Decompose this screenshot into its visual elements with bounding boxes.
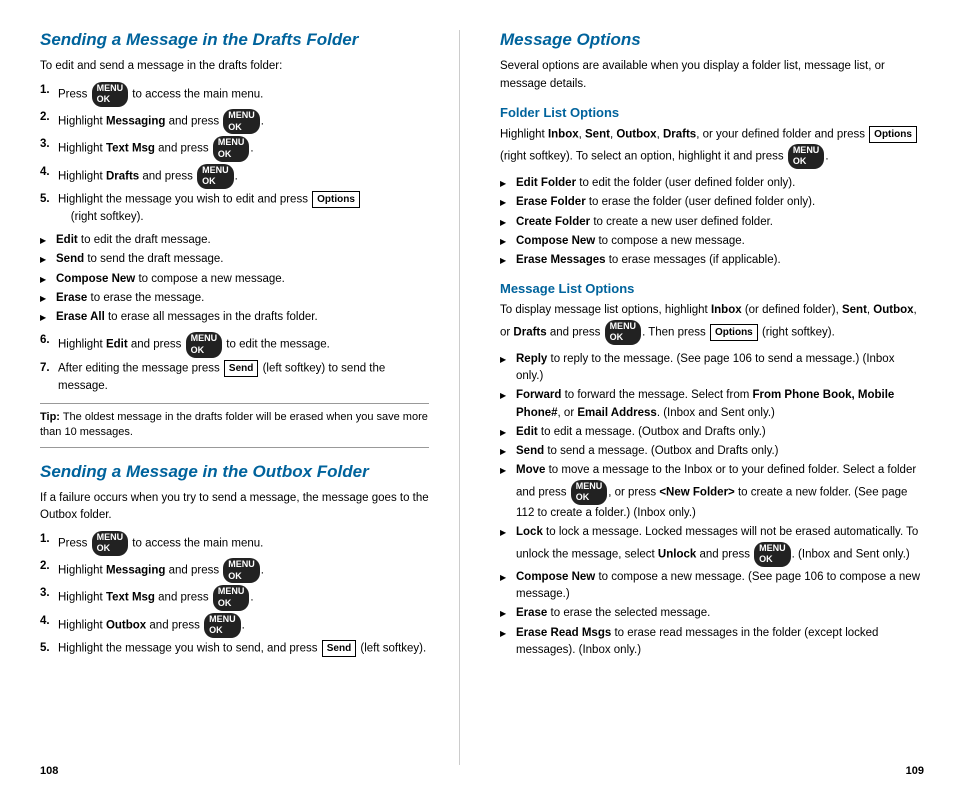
msglist-bullet-edit: Edit to edit a message. (Outbox and Draf… — [500, 424, 924, 441]
options-button: Options — [710, 324, 758, 341]
options-button: Options — [312, 191, 360, 208]
bullet-compose: Compose New to compose a new message. — [40, 271, 429, 288]
tip-box: Tip: The oldest message in the drafts fo… — [40, 403, 429, 448]
tip-text: The oldest message in the drafts folder … — [40, 411, 428, 438]
bullet-erase-all: Erase All to erase all messages in the d… — [40, 309, 429, 326]
send-button: Send — [224, 360, 258, 377]
step2-1: 1. Press MENUOK to access the main menu. — [40, 531, 429, 556]
msglist-bullet-send: Send to send a message. (Outbox and Draf… — [500, 443, 924, 460]
tip-label: Tip: — [40, 411, 60, 423]
step-4: 4. Highlight Drafts and press MENUOK. — [40, 164, 429, 189]
menu-button-icon: MENUOK — [754, 542, 791, 567]
folder-bullet-erase: Erase Folder to erase the folder (user d… — [500, 194, 924, 211]
menu-button-icon: MENUOK — [571, 480, 608, 505]
page-number-left: 108 — [40, 765, 58, 777]
section2-steps: 1. Press MENUOK to access the main menu.… — [40, 531, 429, 658]
menu-button-icon: MENUOK — [605, 320, 642, 345]
menu-button-icon: MENUOK — [197, 164, 234, 189]
folder-bullet-create: Create Folder to create a new user defin… — [500, 214, 924, 231]
page-number-right: 109 — [906, 765, 924, 777]
msglist-bullet-reply: Reply to reply to the message. (See page… — [500, 351, 924, 386]
menu-button-icon: MENUOK — [223, 558, 260, 583]
folder-bullet-edit: Edit Folder to edit the folder (user def… — [500, 175, 924, 192]
menu-button-icon: MENUOK — [186, 332, 223, 357]
step-3: 3. Highlight Text Msg and press MENUOK. — [40, 136, 429, 161]
menu-button-icon: MENUOK — [92, 531, 129, 556]
section2-title: Sending a Message in the Outbox Folder — [40, 462, 429, 482]
menu-button-icon: MENUOK — [213, 136, 250, 161]
msglist-bullet-compose: Compose New to compose a new message. (S… — [500, 569, 924, 604]
msglist-bullet-forward: Forward to forward the message. Select f… — [500, 387, 924, 422]
menu-button-icon: MENUOK — [204, 613, 241, 638]
section1-intro: To edit and send a message in the drafts… — [40, 58, 429, 75]
right-section-title: Message Options — [500, 30, 924, 50]
msglist-bullet-erase-read: Erase Read Msgs to erase read messages i… — [500, 625, 924, 660]
folder-bullet-erase-msgs: Erase Messages to erase messages (if app… — [500, 252, 924, 269]
step-2: 2. Highlight Messaging and press MENUOK. — [40, 109, 429, 134]
bullet-erase: Erase to erase the message. — [40, 290, 429, 307]
msglist-bullet-lock: Lock to lock a message. Locked messages … — [500, 524, 924, 567]
section1-title: Sending a Message in the Drafts Folder — [40, 30, 429, 50]
step2-3: 3. Highlight Text Msg and press MENUOK. — [40, 585, 429, 610]
msglist-bullet-move: Move to move a message to the Inbox or t… — [500, 462, 924, 522]
msglist-bullets: Reply to reply to the message. (See page… — [500, 351, 924, 659]
step-5: 5. Highlight the message you wish to edi… — [40, 191, 429, 226]
right-column: Message Options Several options are avai… — [460, 30, 954, 765]
msglist-intro: To display message list options, highlig… — [500, 302, 924, 345]
msglist-title: Message List Options — [500, 281, 924, 296]
menu-button-icon: MENUOK — [213, 585, 250, 610]
section1-steps-cont: 6. Highlight Edit and press MENUOK to ed… — [40, 332, 429, 394]
options-button: Options — [869, 126, 917, 143]
right-section-intro: Several options are available when you d… — [500, 58, 924, 93]
step2-4: 4. Highlight Outbox and press MENUOK. — [40, 613, 429, 638]
section2-intro: If a failure occurs when you try to send… — [40, 490, 429, 525]
menu-button-icon: MENUOK — [92, 82, 129, 107]
folder-bullet-compose: Compose New to compose a new message. — [500, 233, 924, 250]
folder-list-intro: Highlight Inbox, Sent, Outbox, Drafts, o… — [500, 126, 924, 169]
bullets1: Edit to edit the draft message. Send to … — [40, 232, 429, 326]
section1-steps: 1. Press MENUOK to access the main menu.… — [40, 82, 429, 227]
folder-bullets: Edit Folder to edit the folder (user def… — [500, 175, 924, 269]
send-button: Send — [322, 640, 356, 657]
bullet-send: Send to send the draft message. — [40, 251, 429, 268]
msglist-bullet-erase: Erase to erase the selected message. — [500, 605, 924, 622]
menu-button-icon: MENUOK — [223, 109, 260, 134]
step2-5: 5. Highlight the message you wish to sen… — [40, 640, 429, 658]
menu-button-icon: MENUOK — [788, 144, 825, 169]
folder-list-title: Folder List Options — [500, 105, 924, 120]
step-7: 7. After editing the message press Send … — [40, 360, 429, 395]
step-6: 6. Highlight Edit and press MENUOK to ed… — [40, 332, 429, 357]
left-column: Sending a Message in the Drafts Folder T… — [0, 30, 460, 765]
step2-2: 2. Highlight Messaging and press MENUOK. — [40, 558, 429, 583]
bullet-edit: Edit to edit the draft message. — [40, 232, 429, 249]
step-1: 1. Press MENUOK to access the main menu. — [40, 82, 429, 107]
